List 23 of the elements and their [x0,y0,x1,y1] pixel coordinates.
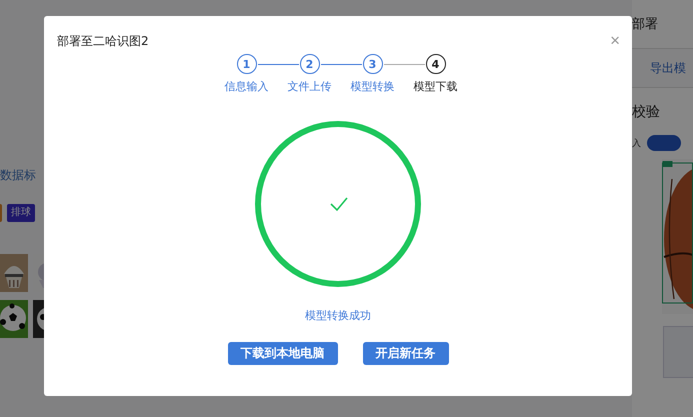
step-number: 1 [236,54,256,74]
dialog-title: 部署至二哈识图2 [57,33,149,50]
section-label: 数据标 [0,167,37,184]
action-button[interactable]: 下载到本地电脑 [228,342,338,365]
step-label: 文件上传 [288,79,332,94]
status-message: 模型转换成功 [305,308,371,323]
page-title: 部署 [632,16,658,33]
switch-label: 入 [632,138,641,150]
close-button[interactable]: × [610,31,620,49]
step-connector [384,64,424,65]
step-label: 模型转换 [350,79,394,94]
step-number: 4 [426,54,446,74]
section-title: 校验 [632,103,661,121]
toggle-switch[interactable] [647,135,681,151]
step-connector [320,64,362,65]
step-label: 模型下载 [414,79,458,94]
tag[interactable]: 排球 [7,204,35,222]
step-label: 信息输入 [224,79,268,94]
step-number: 3 [362,54,382,74]
step-connector [258,64,298,65]
step-number: 2 [300,54,320,74]
upload-panel [663,326,693,378]
action-button[interactable]: 开启新任务 [362,342,448,365]
